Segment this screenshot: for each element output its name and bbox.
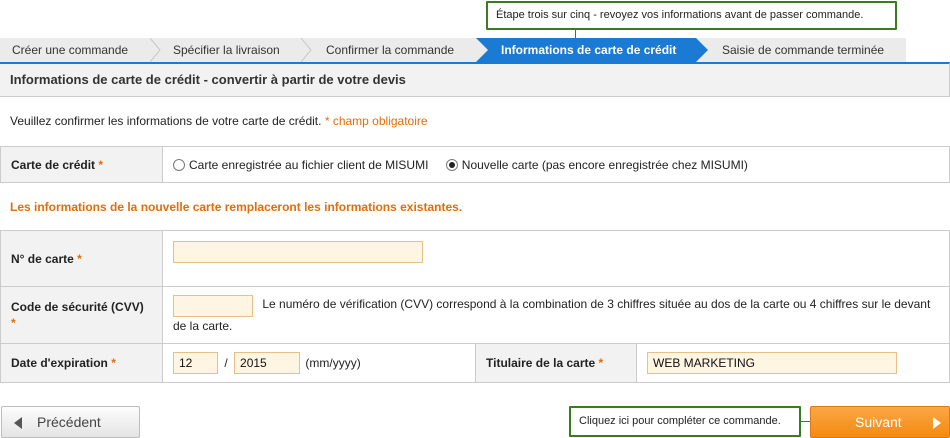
previous-button[interactable]: Précédent [1,406,140,438]
date-format-hint: (mm/yyyy) [305,356,361,370]
card-choice-options: Carte enregistrée au fichier client de M… [162,146,950,183]
cvv-cell: Le numéro de vérification (CVV) correspo… [162,286,950,344]
page-header: Informations de carte de crédit - conver… [0,62,950,97]
card-number-label: N° de carte [11,251,74,266]
card-number-cell [162,230,950,287]
expiration-month-input[interactable] [173,352,218,374]
step-confirm-order: Confirmer la commande [326,43,455,57]
next-button[interactable]: Suivant [810,406,950,438]
required-mark: * [98,157,104,172]
arrow-left-icon [14,417,22,429]
step-create-order: Créer une commande [12,43,129,57]
required-mark: * [598,356,604,370]
card-choice-table: Carte de crédit * Carte enregistrée au f… [0,146,950,183]
card-details-table: N° de carte * Code de sécurité (CVV) * L… [0,230,950,383]
step-credit-card-active: Informations de carte de crédit [476,38,708,62]
step-separator-icon [299,38,313,62]
radio-new-card[interactable]: Nouvelle carte (pas encore enregistrée c… [445,158,748,172]
card-choice-label: Carte de crédit [11,157,96,172]
cvv-label: Code de sécurité (CVV) [11,300,144,314]
holder-cell [636,343,950,383]
step-tooltip: Étape trois sur cinq - revoyez vos infor… [486,1,897,30]
step-order-complete: Saisie de commande terminée [722,43,885,57]
expiration-label-cell: Date d'expiration * [0,343,163,383]
previous-button-label: Précédent [37,414,101,430]
radio-selected-icon[interactable] [445,158,458,171]
checkout-steps: Créer une commande Spécifier la livraiso… [0,38,906,62]
step-delivery: Spécifier la livraison [173,43,280,57]
cvv-label-cell: Code de sécurité (CVV) * [0,286,163,344]
expiration-label: Date d'expiration [11,356,108,370]
radio-saved-card-label[interactable]: Carte enregistrée au fichier client de M… [189,158,428,172]
expiration-cell: / (mm/yyyy) [162,343,476,383]
card-choice-label-cell: Carte de crédit * [0,146,163,183]
required-mark: * [77,251,82,266]
next-button-label: Suivant [855,414,902,430]
required-mark: * [111,356,116,370]
tooltip-connector [575,30,576,38]
submit-tooltip: Cliquez ici pour compléter ce commande. [569,406,801,437]
cvv-help-text: Le numéro de vérification (CVV) correspo… [173,297,931,333]
step-separator-icon [148,38,162,62]
arrow-right-icon [933,417,941,429]
radio-new-card-label[interactable]: Nouvelle carte (pas encore enregistrée c… [462,158,748,172]
intro-message: Veuillez confirmer les informations de v… [10,114,322,128]
radio-icon[interactable] [173,158,185,171]
holder-label: Titulaire de la carte [486,356,596,370]
required-mark: * [11,316,16,330]
cvv-input[interactable] [173,295,253,317]
card-number-label-cell: N° de carte * [0,230,163,287]
expiration-year-input[interactable] [234,352,301,374]
card-number-input[interactable] [173,241,423,263]
date-separator: / [224,356,228,370]
page-title: Informations de carte de crédit - conver… [10,72,406,87]
required-note: * champ obligatoire [324,114,428,128]
holder-input[interactable] [647,352,897,374]
intro-text: Veuillez confirmer les informations de v… [10,114,428,128]
holder-label-cell: Titulaire de la carte * [475,343,637,383]
replace-warning: Les informations de la nouvelle carte re… [10,200,463,214]
radio-saved-card[interactable]: Carte enregistrée au fichier client de M… [173,158,432,172]
